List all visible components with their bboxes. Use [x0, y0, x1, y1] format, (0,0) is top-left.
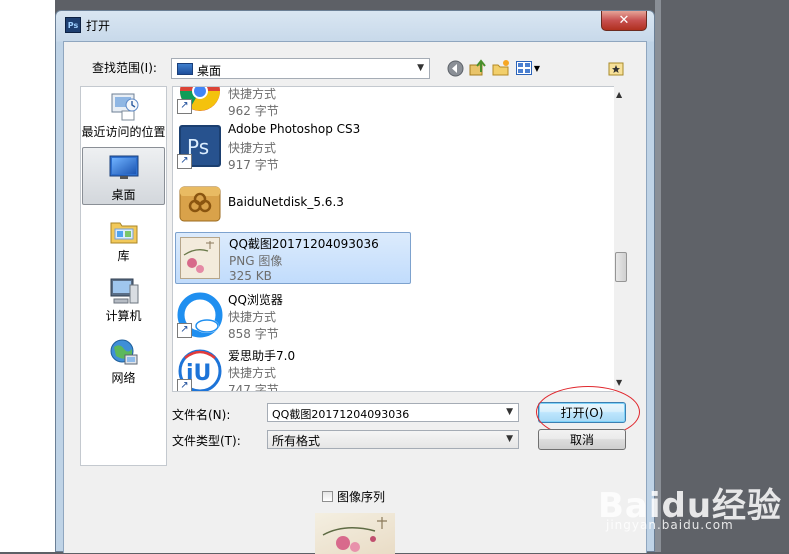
close-button[interactable]: ✕ [601, 11, 647, 31]
file-size: 747 字节 [228, 383, 279, 392]
view-chevron-down-icon: ▼ [533, 63, 541, 73]
file-size: 917 字节 [228, 158, 279, 172]
scroll-up-icon[interactable]: ▲ [616, 90, 622, 99]
up-folder-button[interactable] [469, 59, 487, 77]
shortcut-arrow-icon: ↗ [177, 154, 192, 169]
file-item-photoshop[interactable]: Ps ↗ Adobe Photoshop CS3 快捷方式 917 字节 [175, 120, 411, 172]
file-item-qq-screenshot[interactable]: QQ截图20171204093036 PNG 图像 325 KB [175, 232, 411, 284]
filetype-dropdown[interactable]: 所有格式 ▼ [267, 430, 519, 449]
qq-browser-icon: ↗ [177, 292, 223, 338]
title-bar[interactable]: Ps 打开 ✕ [56, 11, 654, 39]
back-button[interactable] [446, 59, 464, 77]
bookmark-folder-button[interactable] [607, 59, 625, 77]
computer-icon [108, 275, 140, 307]
network-icon [108, 337, 140, 369]
window-title: 打开 [86, 19, 111, 33]
place-libraries[interactable]: 库 [81, 215, 166, 264]
filetype-value: 所有格式 [272, 434, 321, 448]
image-preview [315, 513, 395, 554]
chevron-down-icon: ▼ [417, 63, 424, 73]
filename-value: QQ截图20171204093036 [272, 408, 410, 421]
new-folder-button[interactable] [492, 59, 510, 77]
image-sequence-label: 图像序列 [337, 490, 386, 504]
file-type: 快捷方式 [228, 87, 277, 101]
image-sequence-checkbox[interactable] [322, 491, 333, 502]
file-size: 325 KB [229, 269, 272, 283]
file-name: BaiduNetdisk_5.6.3 [228, 195, 344, 209]
back-arrow-icon [447, 60, 463, 76]
up-folder-icon [469, 59, 486, 76]
file-name: 爱思助手7.0 [228, 349, 296, 363]
look-in-label: 查找范围(I): [92, 61, 157, 75]
file-type: PNG 图像 [229, 254, 283, 268]
place-libraries-label: 库 [117, 249, 130, 263]
photoshop-icon: Ps ↗ [177, 123, 223, 169]
file-name: Adobe Photoshop CS3 [228, 122, 361, 136]
file-item-qq-browser[interactable]: ↗ QQ浏览器 快捷方式 858 字节 [175, 289, 411, 341]
file-item-i4-assistant[interactable]: iU ↗ 爱思助手7.0 快捷方式 747 字节 [175, 345, 411, 392]
chrome-icon: ↗ [177, 87, 223, 114]
shortcut-arrow-icon: ↗ [177, 379, 192, 391]
chevron-down-icon: ▼ [506, 434, 513, 444]
dialog-client-area: 查找范围(I): 桌面 ▼ ▼ 最近访问的位置 桌面 库 计算机 网络 ↗ 快捷… [63, 41, 647, 554]
place-desktop[interactable]: 桌面 [82, 147, 165, 205]
file-item-chrome[interactable]: ↗ 快捷方式 962 字节 [175, 87, 411, 118]
cancel-button[interactable]: 取消 [538, 429, 626, 450]
file-type: 快捷方式 [228, 366, 277, 380]
image-thumbnail-icon [180, 237, 220, 279]
i4-assistant-icon: iU ↗ [177, 348, 223, 391]
filetype-label: 文件类型(T): [172, 434, 241, 448]
folder-box-icon [177, 179, 223, 225]
place-computer[interactable]: 计算机 [81, 275, 166, 324]
place-network-label: 网络 [111, 371, 136, 385]
look-in-dropdown[interactable]: 桌面 ▼ [171, 58, 430, 79]
image-sequence-option[interactable]: 图像序列 [322, 488, 385, 505]
shortcut-arrow-icon: ↗ [177, 99, 192, 114]
file-type: 快捷方式 [228, 141, 277, 155]
recent-places-icon [108, 91, 140, 123]
shortcut-arrow-icon: ↗ [177, 323, 192, 338]
watermark-url: jingyan.baidu.com [606, 518, 734, 532]
look-in-value: 桌面 [197, 64, 222, 78]
place-network[interactable]: 网络 [81, 337, 166, 386]
file-item-baidunetdisk[interactable]: BaiduNetdisk_5.6.3 [175, 176, 411, 228]
background-right [655, 0, 789, 552]
baidu-jingyan-watermark: Baidu经验 jingyan.baidu.com [598, 478, 782, 532]
file-size: 962 字节 [228, 104, 279, 118]
file-list[interactable]: ↗ 快捷方式 962 字节 Ps ↗ Adobe Photoshop CS3 快… [172, 86, 621, 392]
file-name: QQ截图20171204093036 [229, 237, 379, 251]
background-stripe [655, 0, 661, 552]
background-left [0, 0, 55, 552]
place-recent[interactable]: 最近访问的位置 [81, 91, 166, 140]
open-dialog: Ps 打开 ✕ 查找范围(I): 桌面 ▼ ▼ 最近访问的位置 桌面 库 计算机… [55, 10, 655, 554]
place-recent-label: 最近访问的位置 [81, 125, 166, 139]
desktop-icon [108, 154, 140, 186]
place-computer-label: 计算机 [105, 309, 142, 323]
view-grid-icon [515, 61, 532, 75]
scroll-down-icon[interactable]: ▼ [616, 378, 622, 387]
libraries-icon [108, 215, 140, 247]
desktop-mini-icon [177, 63, 193, 75]
scrollbar-thumb[interactable] [615, 252, 627, 282]
file-type: 快捷方式 [228, 310, 277, 324]
photoshop-app-icon: Ps [65, 17, 81, 33]
favorite-folder-icon [608, 62, 624, 76]
filename-input[interactable]: QQ截图20171204093036 ▼ [267, 403, 519, 422]
filename-label: 文件名(N): [172, 408, 231, 422]
file-name: QQ浏览器 [228, 293, 283, 307]
new-folder-icon [492, 60, 509, 76]
places-bar: 最近访问的位置 桌面 库 计算机 网络 [80, 86, 167, 466]
file-list-scrollbar[interactable]: ▲ ▼ [614, 86, 628, 392]
file-size: 858 字节 [228, 327, 279, 341]
chevron-down-icon[interactable]: ▼ [506, 407, 513, 417]
place-desktop-label: 桌面 [111, 188, 136, 202]
view-menu-button[interactable]: ▼ [514, 59, 542, 77]
